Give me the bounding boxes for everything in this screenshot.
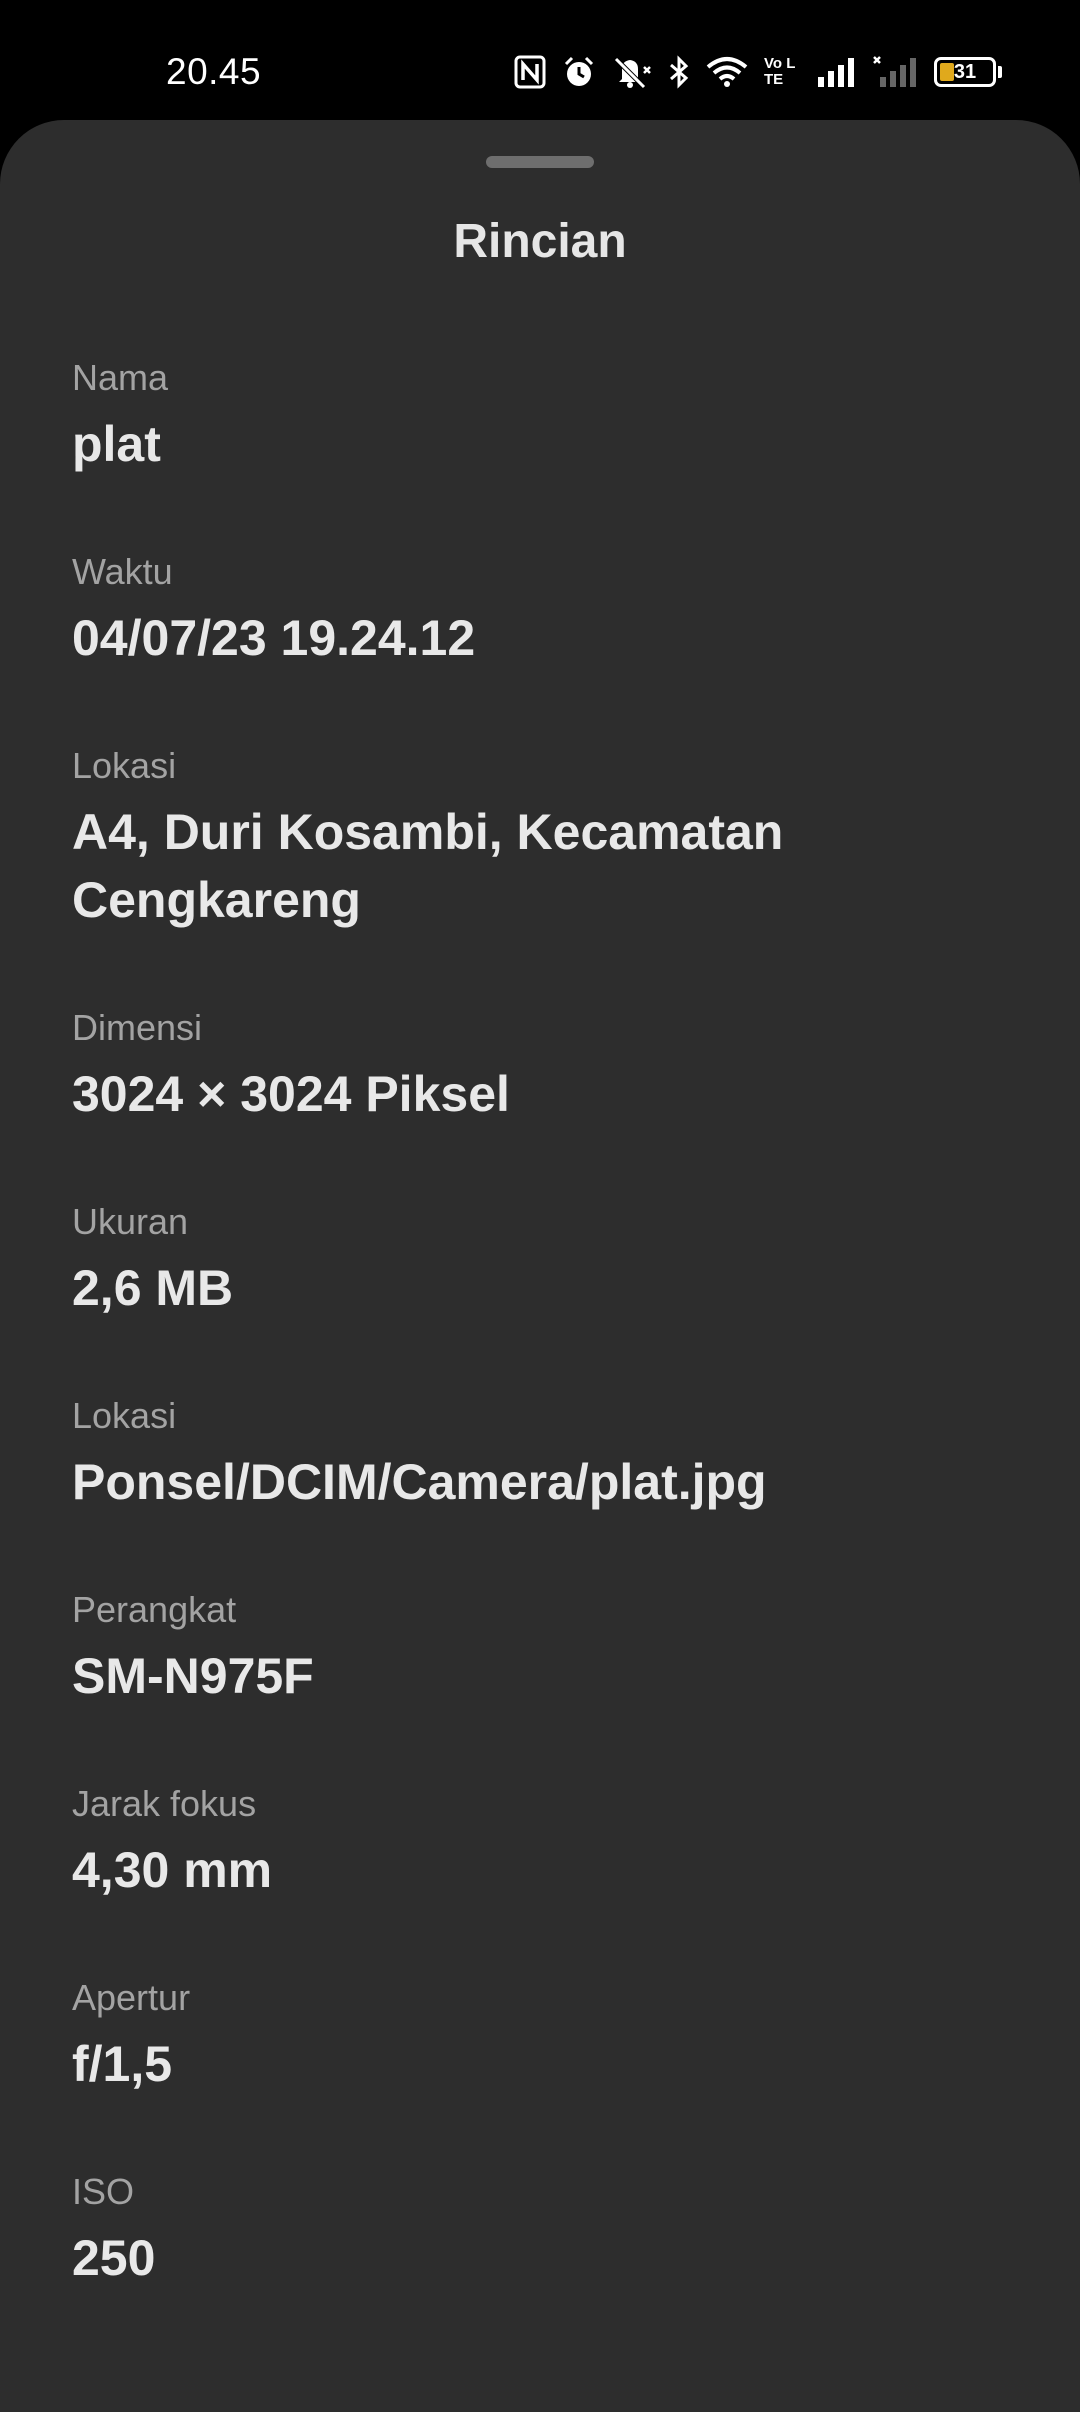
alarm-icon (562, 55, 596, 89)
detail-item-size: Ukuran 2,6 MB (72, 1200, 1008, 1322)
detail-item-focal-length: Jarak fokus 4,30 mm (72, 1782, 1008, 1904)
battery-tip (998, 66, 1002, 78)
detail-value: 4,30 mm (72, 1842, 273, 1898)
status-icons: Vo LTE 31 (514, 50, 1002, 94)
status-time: 20.45 (166, 51, 262, 92)
detail-value: plat (72, 416, 161, 472)
battery-level: 31 (953, 61, 977, 83)
detail-item-location: Lokasi A4, Duri Kosambi, Kecamatan Cengk… (72, 744, 1008, 934)
detail-item-time: Waktu 04/07/23 19.24.12 (72, 550, 1008, 672)
detail-item-aperture: Apertur f/1,5 (72, 1976, 1008, 2098)
signal-icon (816, 55, 856, 89)
detail-value: 250 (72, 2230, 156, 2286)
detail-label: Lokasi (72, 745, 177, 786)
wifi-icon (706, 55, 748, 89)
detail-value: A4, Duri Kosambi, Kecamatan Cengkareng (72, 804, 784, 928)
details-sheet: Rincian Nama plat Waktu 04/07/23 19.24.1… (0, 120, 1080, 2412)
signal-no-service-icon (872, 55, 918, 89)
detail-label: Dimensi (72, 1007, 203, 1048)
detail-item-device: Perangkat SM-N975F (72, 1588, 1008, 1710)
detail-label: Waktu (72, 551, 173, 592)
battery-icon: 31 (934, 57, 1002, 87)
detail-label: Apertur (72, 1977, 191, 2018)
detail-label: Jarak fokus (72, 1783, 257, 1824)
detail-item-path: Lokasi Ponsel/DCIM/Camera/plat.jpg (72, 1394, 1008, 1516)
detail-value: 3024 × 3024 Piksel (72, 1066, 510, 1122)
detail-value: 2,6 MB (72, 1260, 234, 1316)
mute-icon (612, 55, 652, 89)
battery-fill (940, 63, 954, 81)
detail-value: f/1,5 (72, 2036, 173, 2092)
volte-label: Vo LTE (764, 55, 796, 88)
status-bar: 20.45 Vo LTE 31 (0, 0, 1080, 120)
battery-body: 31 (934, 57, 996, 87)
detail-label: Perangkat (72, 1589, 237, 1630)
drag-handle[interactable] (486, 156, 594, 168)
detail-item-dimensions: Dimensi 3024 × 3024 Piksel (72, 1006, 1008, 1128)
detail-label: Lokasi (72, 1395, 177, 1436)
detail-value: 04/07/23 19.24.12 (72, 610, 476, 666)
detail-value: SM-N975F (72, 1648, 314, 1704)
sheet-title: Rincian (453, 215, 627, 268)
detail-item-name: Nama plat (72, 356, 1008, 478)
detail-label: ISO (72, 2171, 135, 2212)
details-list: Nama plat Waktu 04/07/23 19.24.12 Lokasi… (72, 356, 1008, 2364)
detail-label: Ukuran (72, 1201, 189, 1242)
detail-item-iso: ISO 250 (72, 2170, 1008, 2292)
detail-value: Ponsel/DCIM/Camera/plat.jpg (72, 1454, 767, 1510)
volte-icon: Vo LTE (764, 56, 800, 88)
bluetooth-icon (668, 55, 690, 89)
detail-label: Nama (72, 357, 169, 398)
nfc-icon (514, 55, 546, 89)
